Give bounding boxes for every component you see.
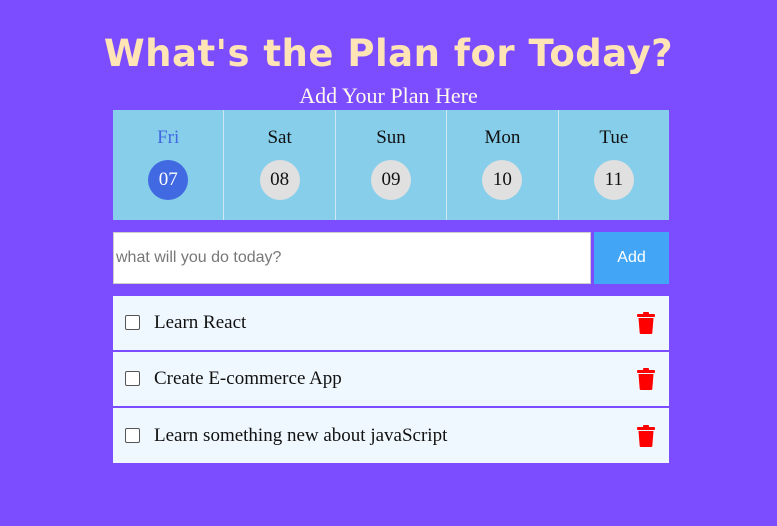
day-name: Mon [484,127,521,148]
task-list: Learn React Create E-commerce App Learn … [113,296,669,463]
task-text: Create E-commerce App [154,368,342,389]
calendar-day-mon[interactable]: Mon 10 [447,110,559,220]
calendar-day-fri[interactable]: Fri 07 [113,110,225,220]
day-date[interactable]: 09 [371,160,412,200]
page-subtitle: Add Your Plan Here [299,83,478,108]
day-date[interactable]: 11 [593,160,634,200]
task-checkbox[interactable] [125,315,140,330]
task-input[interactable] [113,232,591,284]
list-item: Create E-commerce App [113,352,669,408]
task-checkbox[interactable] [125,427,140,443]
day-name: Fri [157,127,180,148]
task-text: Learn something new about javaScript [154,424,448,446]
calendar-strip: Fri 07 Sat 08 Sun 09 Mon 10 Tue 11 [113,110,669,220]
day-date[interactable]: 10 [482,160,523,200]
day-name: Sat [267,127,292,148]
add-button[interactable]: Add [594,232,669,284]
task-checkbox[interactable] [125,371,140,386]
list-item: Learn React [113,296,669,352]
trash-icon[interactable] [637,312,655,334]
calendar-day-tue[interactable]: Tue 11 [559,110,669,220]
trash-icon[interactable] [637,424,655,447]
calendar-day-sat[interactable]: Sat 08 [224,110,336,220]
day-date[interactable]: 08 [259,160,300,200]
list-item: Learn something new about javaScript [113,408,669,463]
day-name: Sun [376,127,406,148]
trash-icon[interactable] [637,368,655,390]
calendar-day-sun[interactable]: Sun 09 [336,110,448,220]
day-date[interactable]: 07 [148,160,189,200]
task-text: Learn React [154,312,247,333]
day-name: Tue [599,127,629,148]
page-title: What's the Plan for Today? [103,32,674,75]
